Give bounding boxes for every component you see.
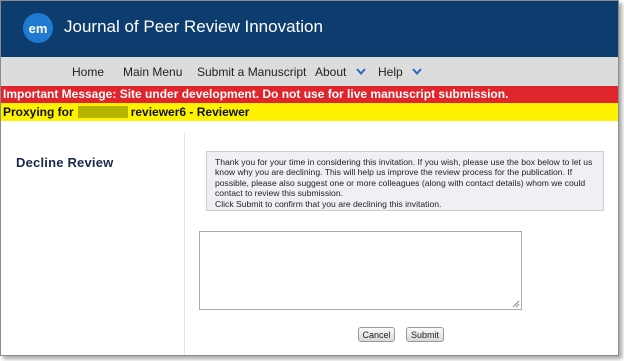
instructions-text: Thank you for your time in considering t… [215,157,593,199]
nav-help[interactable]: Help [378,65,422,79]
chevron-down-icon [355,68,366,76]
page-title: Decline Review [16,155,114,170]
proxy-banner: Proxying for reviewer6 - Reviewer [1,103,618,121]
cancel-button[interactable]: Cancel [358,327,395,342]
instructions-confirm-text: Click Submit to confirm that you are dec… [215,198,442,209]
header-bar: em Journal of Peer Review Innovation [1,1,618,57]
decline-reason-textarea[interactable] [199,231,522,310]
redacted-name [77,105,128,118]
proxy-prefix: Proxying for [3,105,74,119]
nav-submit-manuscript[interactable]: Submit a Manuscript [197,65,306,79]
journal-logo[interactable]: em [23,13,53,43]
nav-home[interactable]: Home [72,65,104,79]
nav-main-menu[interactable]: Main Menu [123,65,182,79]
main-nav: Home Main Menu Submit a Manuscript About… [1,57,618,86]
browser-frame: em Journal of Peer Review Innovation Hom… [0,0,619,356]
submit-button[interactable]: Submit [406,327,444,342]
nav-help-label: Help [378,65,403,79]
journal-title: Journal of Peer Review Innovation [64,17,323,36]
important-message-banner: Important Message: Site under developmen… [1,86,618,103]
nav-about[interactable]: About [315,65,366,79]
instructions-box: Thank you for your time in considering t… [206,151,604,211]
nav-about-label: About [315,65,347,79]
chevron-down-icon [412,68,422,76]
column-divider [184,133,185,355]
proxy-user: reviewer6 - Reviewer [130,105,250,119]
